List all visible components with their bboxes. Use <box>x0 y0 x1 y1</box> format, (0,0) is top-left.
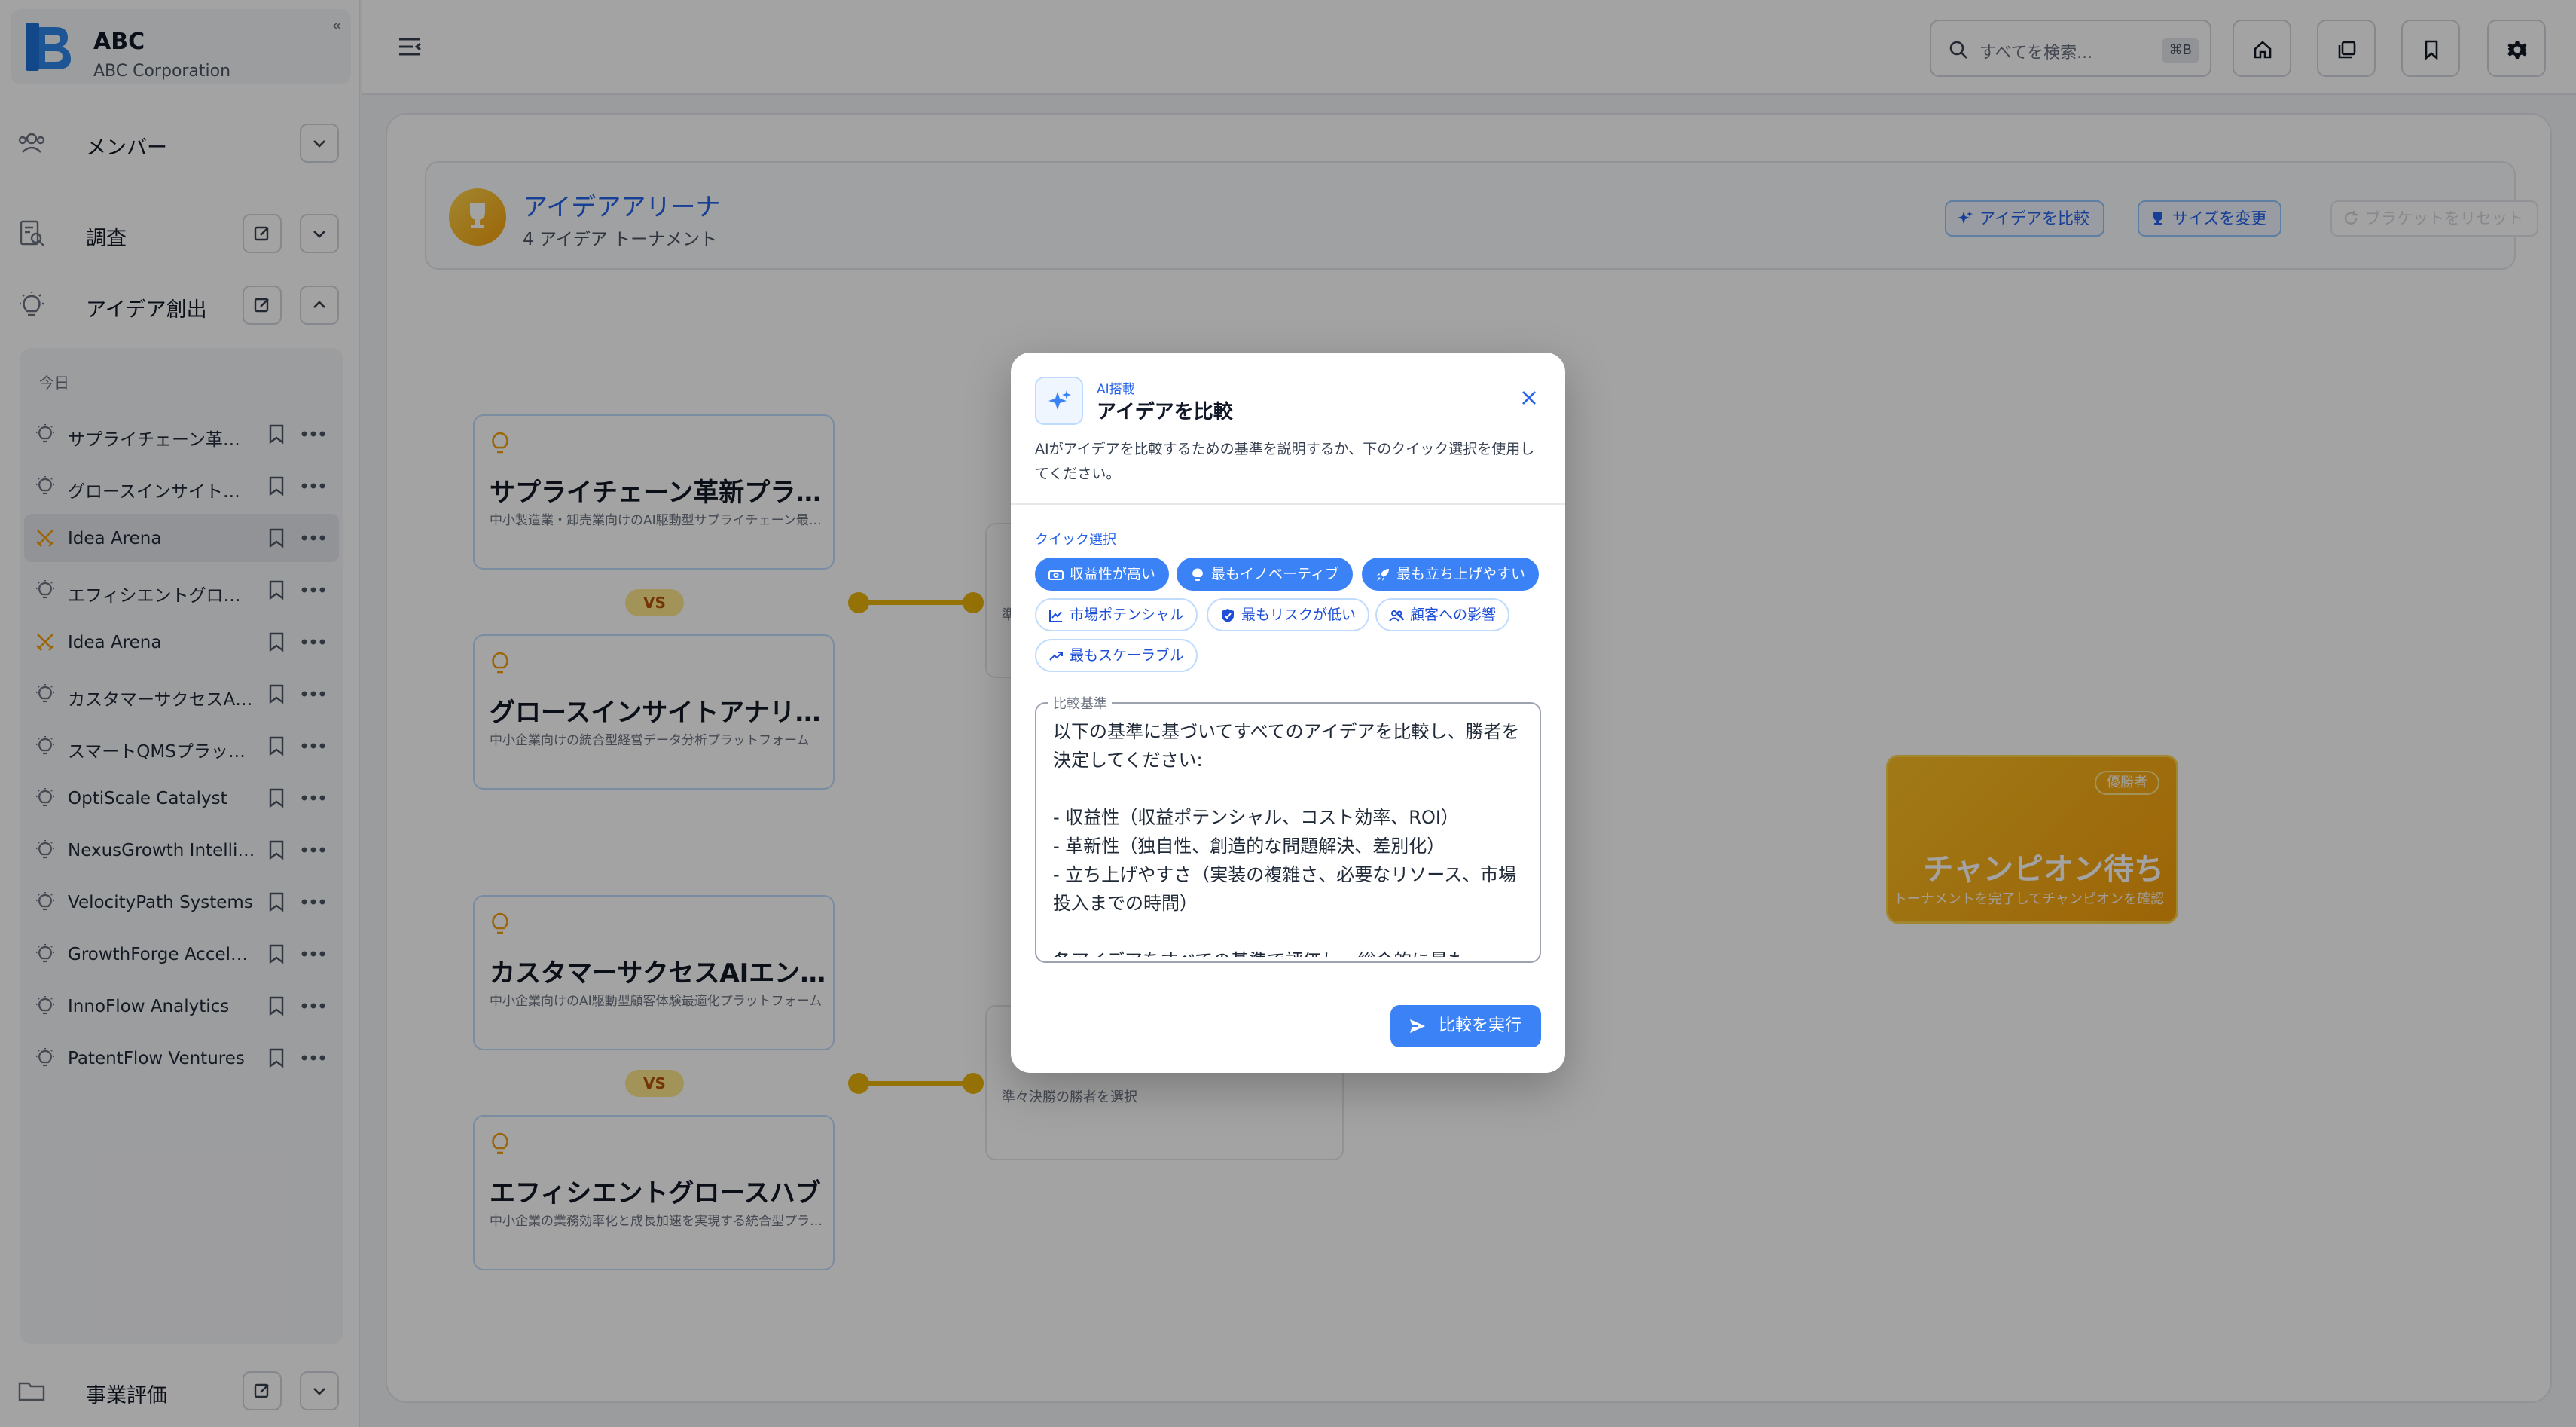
dialog-tag: AI搭載 <box>1097 382 1135 397</box>
divider <box>1011 503 1565 505</box>
criteria-textarea[interactable]: 比較基準 以下の基準に基づいてすべてのアイデアを比較し、勝者を決定してください:… <box>1035 693 1541 963</box>
users-icon <box>1389 610 1404 622</box>
chip-customer-impact[interactable]: 顧客への影響 <box>1375 598 1510 631</box>
run-comparison-label: 比較を実行 <box>1438 1016 1521 1035</box>
chip-lowest-risk[interactable]: 最もリスクが低い <box>1207 598 1370 631</box>
criteria-label: 比較基準 <box>1048 693 1112 713</box>
lightbulb-icon <box>1192 568 1203 581</box>
close-icon <box>1522 391 1536 405</box>
chip-ease-of-launch[interactable]: 最も立ち上げやすい <box>1362 558 1540 591</box>
trending-up-icon <box>1049 652 1063 661</box>
compare-ideas-dialog: AI搭載 アイデアを比較 AIがアイデアを比較するための基準を説明するか、下のク… <box>1011 353 1565 1073</box>
chip-label: 収益性が高い <box>1070 566 1156 582</box>
chart-icon <box>1049 610 1062 622</box>
sparkles-icon <box>1048 390 1071 410</box>
chip-label: 最も立ち上げやすい <box>1396 566 1526 582</box>
chip-innovation[interactable]: 最もイノベーティブ <box>1177 558 1353 591</box>
close-button[interactable] <box>1514 383 1544 413</box>
ai-badge <box>1035 377 1083 425</box>
run-comparison-button[interactable]: 比較を実行 <box>1390 1005 1541 1047</box>
money-icon <box>1048 570 1064 580</box>
shield-icon <box>1222 609 1234 622</box>
chip-market-potential[interactable]: 市場ポテンシャル <box>1035 598 1198 631</box>
chip-label: 最もリスクが低い <box>1241 607 1357 623</box>
chip-label: 最もイノベーティブ <box>1211 566 1339 582</box>
quick-select-label: クイック選択 <box>1035 532 1116 548</box>
dialog-title: アイデアを比較 <box>1097 401 1233 423</box>
chip-profitability[interactable]: 収益性が高い <box>1035 558 1170 591</box>
chip-label: 最もスケーラブル <box>1070 647 1185 664</box>
chip-label: 顧客への影響 <box>1410 607 1497 623</box>
send-icon <box>1409 1019 1425 1033</box>
chip-scalability[interactable]: 最もスケーラブル <box>1035 639 1198 672</box>
chip-label: 市場ポテンシャル <box>1070 607 1185 623</box>
criteria-text[interactable]: 以下の基準に基づいてすべてのアイデアを比較し、勝者を決定してください: - 収益… <box>1053 717 1528 957</box>
dialog-description: AIがアイデアを比較するための基準を説明するか、下のクイック選択を使用してくださ… <box>1035 441 1535 482</box>
rocket-icon <box>1377 569 1389 581</box>
